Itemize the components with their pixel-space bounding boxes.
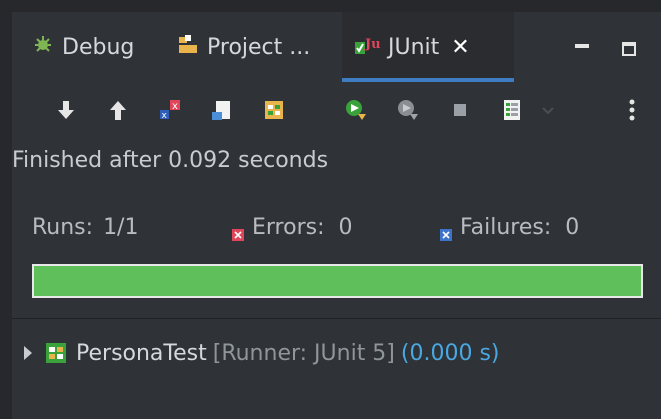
test-tree-row[interactable]: PersonaTest [Runner: JUnit 5] (0.000 s) xyxy=(12,336,500,370)
junit-toolbar: x x xyxy=(12,88,661,134)
window-left-border xyxy=(0,12,12,419)
rerun-test-icon xyxy=(346,100,366,120)
run-status-text: Finished after 0.092 seconds xyxy=(12,148,329,173)
sash-divider xyxy=(12,318,661,319)
scroll-lock-button[interactable] xyxy=(208,96,236,124)
tab-junit-label: JUnit xyxy=(388,34,440,60)
svg-text:x: x xyxy=(162,111,168,121)
runs-value: 1/1 xyxy=(103,214,139,240)
next-failure-icon xyxy=(58,101,74,119)
stop-icon xyxy=(454,104,466,116)
tab-junit[interactable]: Ju JUnit ✕ xyxy=(342,12,514,82)
errors-value: 0 xyxy=(338,214,353,240)
test-class-name: PersonaTest xyxy=(76,340,207,366)
test-duration: (0.000 s) xyxy=(400,340,500,366)
junit-view-window: Debug Project ... Ju JUnit ✕ x x Finishe… xyxy=(0,0,661,419)
svg-text:x: x xyxy=(172,101,178,112)
svg-text:Ju: Ju xyxy=(364,37,380,52)
previous-failure-icon xyxy=(110,101,126,120)
show-failures-only-icon: x x xyxy=(160,100,180,121)
rerun-failed-first-icon xyxy=(398,100,418,120)
errors-counter: Errors: 0 xyxy=(232,214,353,241)
show-skipped-tests-button[interactable] xyxy=(260,96,288,124)
tab-project-explorer[interactable]: Project ... xyxy=(177,12,310,82)
view-menu-button[interactable] xyxy=(618,96,646,124)
chevron-right-icon[interactable] xyxy=(24,346,32,360)
maximize-icon xyxy=(622,42,636,56)
rerun-failed-first-button[interactable] xyxy=(394,96,422,124)
runs-counter: Runs: 1/1 xyxy=(32,215,138,240)
chevron-down-icon xyxy=(542,107,554,115)
error-icon xyxy=(232,222,244,241)
history-dropdown-button[interactable] xyxy=(534,96,562,124)
runs-label: Runs: xyxy=(32,214,94,240)
close-icon[interactable]: ✕ xyxy=(451,35,469,60)
test-run-history-icon xyxy=(504,100,520,120)
show-failures-only-button[interactable]: x x xyxy=(156,96,184,124)
tab-debug-label: Debug xyxy=(62,34,135,60)
stop-button[interactable] xyxy=(446,96,474,124)
window-top-border xyxy=(0,0,661,12)
junit-icon: Ju xyxy=(354,33,381,61)
errors-label: Errors: xyxy=(252,214,325,240)
maximize-button[interactable] xyxy=(618,38,640,60)
test-runner-label: [Runner: JUnit 5] xyxy=(212,340,395,366)
tab-debug[interactable]: Debug xyxy=(32,12,134,82)
failure-icon xyxy=(440,222,452,241)
project-explorer-icon xyxy=(177,33,199,61)
failures-label: Failures: xyxy=(460,214,552,240)
view-menu-icon xyxy=(629,99,635,121)
show-skipped-icon xyxy=(265,101,283,119)
minimize-button[interactable] xyxy=(570,38,592,60)
scroll-lock-icon xyxy=(212,101,230,120)
next-failure-button[interactable] xyxy=(52,96,80,124)
minimize-icon xyxy=(575,44,589,48)
active-tab-indicator xyxy=(342,78,514,82)
previous-failure-button[interactable] xyxy=(104,96,132,124)
tab-project-label: Project ... xyxy=(207,34,311,60)
failures-value: 0 xyxy=(565,214,580,240)
failures-counter: Failures: 0 xyxy=(440,214,580,241)
progress-fill xyxy=(34,266,641,296)
rerun-test-button[interactable] xyxy=(342,96,370,124)
debug-bug-icon xyxy=(32,33,54,61)
test-class-icon xyxy=(44,341,68,365)
view-tab-bar: Debug Project ... Ju JUnit ✕ xyxy=(12,12,661,82)
test-run-history-button[interactable] xyxy=(498,96,526,124)
test-progress-bar xyxy=(32,264,643,298)
